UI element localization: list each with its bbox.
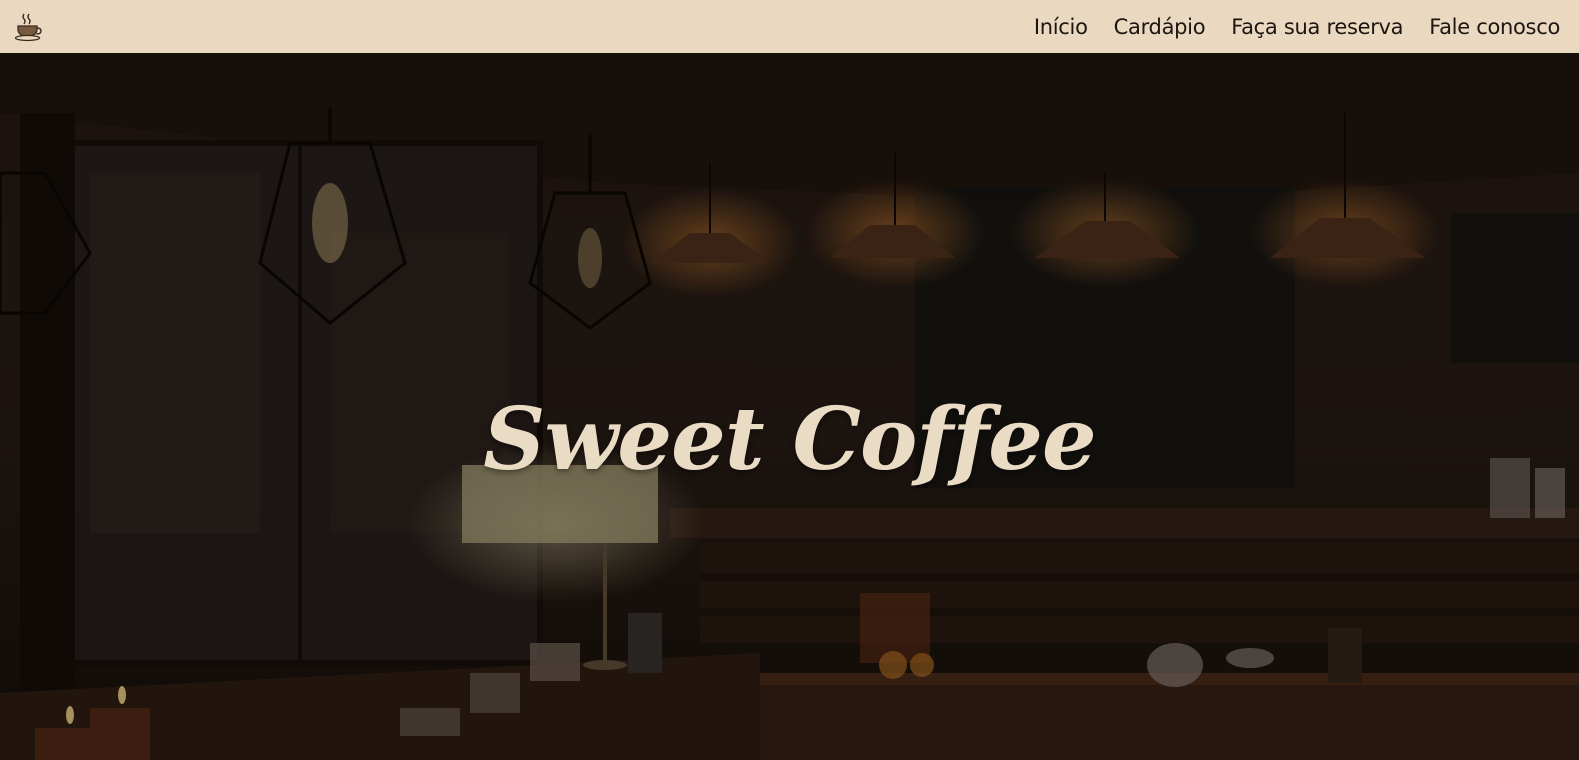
- nav-link-cardapio[interactable]: Cardápio: [1114, 15, 1206, 39]
- hero-title: Sweet Coffee: [483, 388, 1096, 490]
- main-nav: Início Cardápio Faça sua reserva Fale co…: [1034, 15, 1560, 39]
- coffee-cup-icon[interactable]: [12, 11, 44, 43]
- top-navbar: Início Cardápio Faça sua reserva Fale co…: [0, 0, 1579, 53]
- hero-section: Sweet Coffee: [0, 53, 1579, 760]
- nav-link-contato[interactable]: Fale conosco: [1429, 15, 1560, 39]
- nav-link-inicio[interactable]: Início: [1034, 15, 1088, 39]
- nav-link-reserva[interactable]: Faça sua reserva: [1231, 15, 1403, 39]
